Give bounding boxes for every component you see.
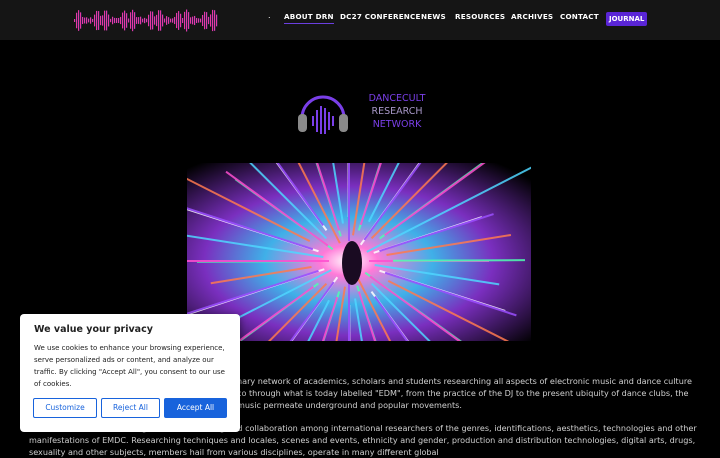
customize-button[interactable]: Customize (33, 398, 97, 418)
reject-all-button[interactable]: Reject All (101, 398, 160, 418)
cookie-description: We use cookies to enhance your browsing … (34, 342, 230, 390)
brand-line-3: NETWORK (352, 118, 442, 131)
nav-item-contact[interactable]: CONTACT (560, 12, 599, 21)
brand-line-1: DANCECULT (352, 92, 442, 105)
cookie-title: We value your privacy (34, 324, 153, 335)
nav-item-news[interactable]: NEWS (421, 12, 446, 21)
nav-dot: . (268, 11, 271, 20)
cookie-consent-banner: We value your privacy We use cookies to … (20, 314, 240, 432)
journal-button[interactable]: JOURNAL (606, 12, 647, 26)
main-nav: . ABOUT DRN DC27 CONFERENCE NEWS RESOURC… (0, 0, 720, 40)
nav-item-dc27-conference[interactable]: DC27 CONFERENCE (340, 12, 421, 21)
top-navigation-bar: . ABOUT DRN DC27 CONFERENCE NEWS RESOURC… (0, 0, 720, 40)
about-paragraph-1: nary network of academics, scholars and … (237, 375, 697, 411)
nav-item-about-drn[interactable]: ABOUT DRN (284, 12, 334, 24)
nav-item-resources[interactable]: RESOURCES (455, 12, 505, 21)
nav-item-archives[interactable]: ARCHIVES (511, 12, 553, 21)
accept-all-button[interactable]: Accept All (164, 398, 227, 418)
brand-line-2: RESEARCH (352, 105, 442, 118)
brand-wordmark: DANCECULT RESEARCH NETWORK (352, 92, 442, 131)
